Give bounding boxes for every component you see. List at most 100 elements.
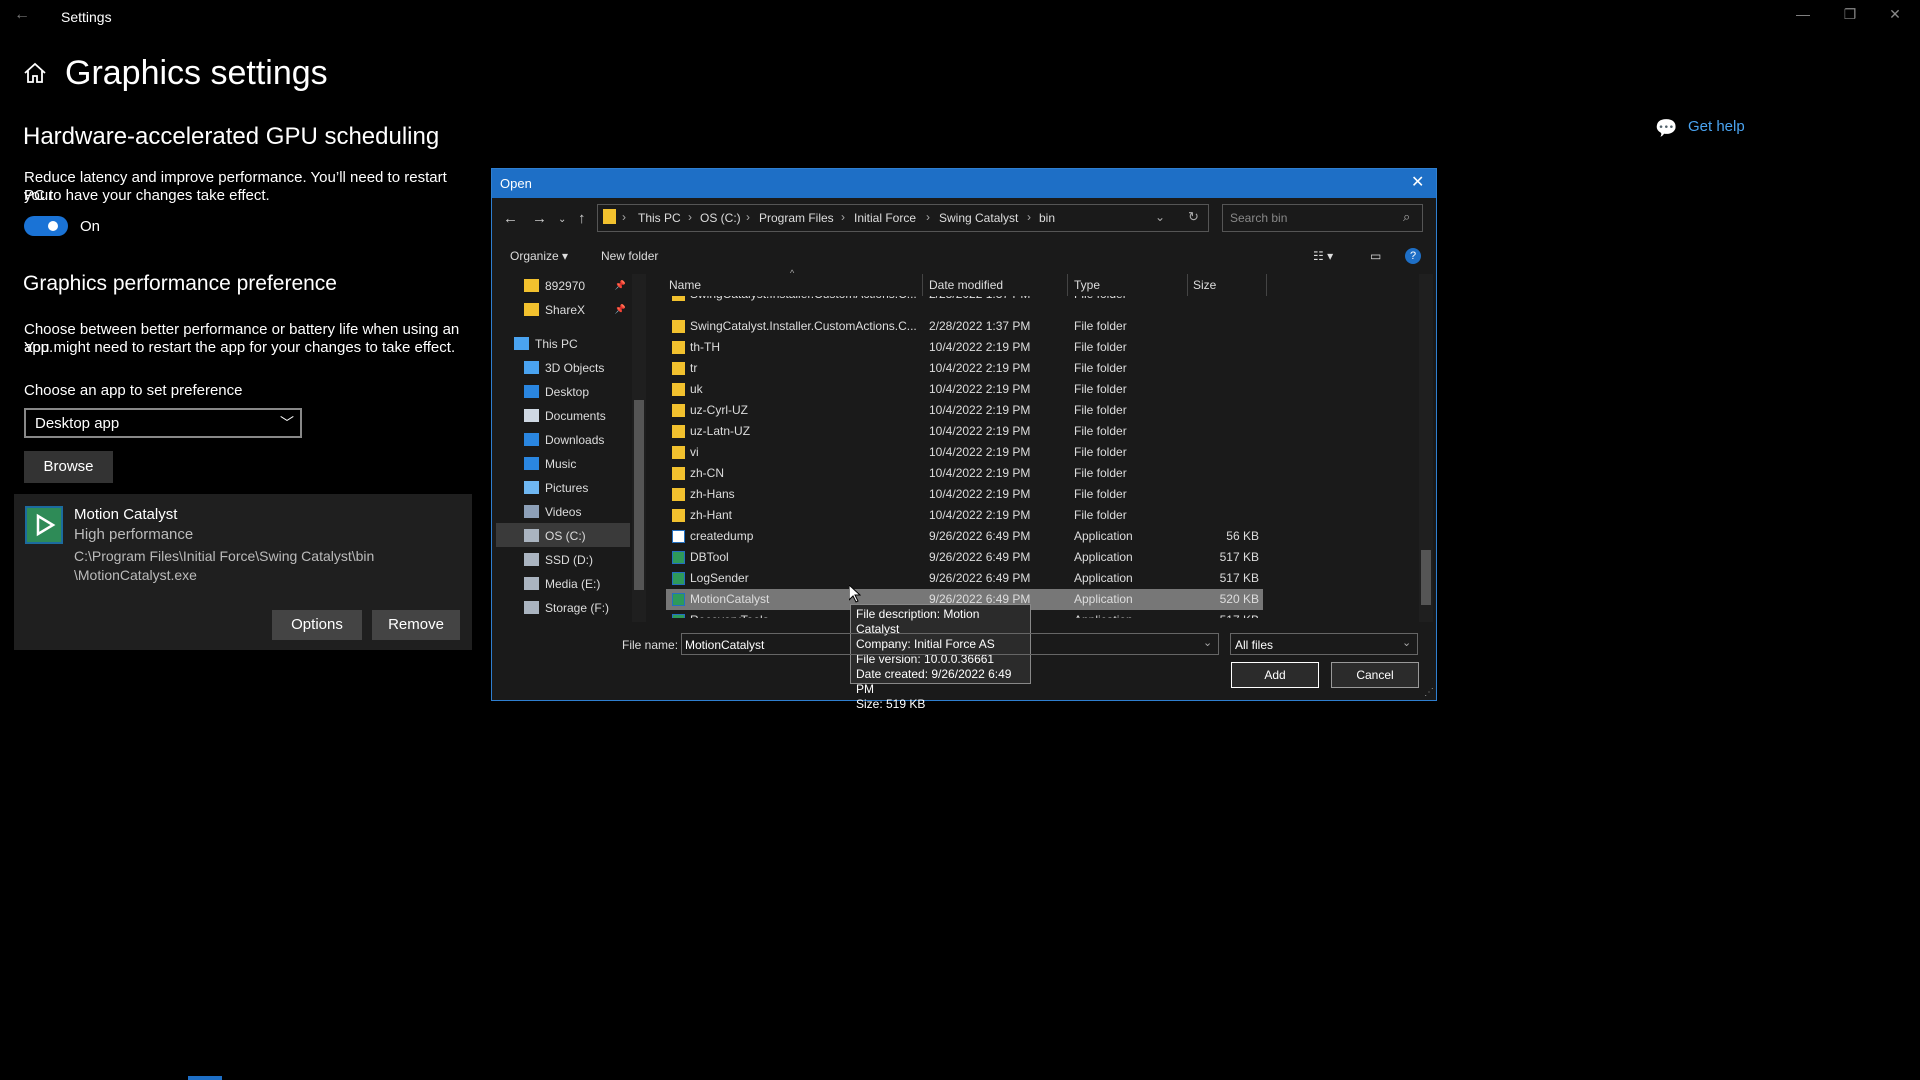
nav-item-os-c[interactable]: OS (C:) bbox=[496, 523, 630, 547]
back-arrow-icon[interactable]: ← bbox=[14, 6, 34, 26]
back-icon[interactable]: ← bbox=[503, 210, 518, 227]
nav-item-downloads[interactable]: Downloads bbox=[496, 427, 630, 451]
file-list-scrollbar-thumb[interactable] bbox=[1421, 550, 1431, 605]
get-help-icon[interactable]: 💬 bbox=[1655, 118, 1677, 139]
breadcrumb-bin[interactable]: bin bbox=[1039, 211, 1055, 225]
file-type: Application bbox=[1074, 613, 1184, 618]
file-list: SwingCatalyst.Installer.CustomActions.C.… bbox=[666, 296, 1266, 618]
folder-icon bbox=[672, 425, 685, 438]
column-header-size[interactable]: Size bbox=[1193, 278, 1216, 292]
file-size: 517 KB bbox=[1219, 571, 1259, 585]
dialog-title: Open bbox=[500, 176, 532, 191]
folder-icon bbox=[672, 383, 685, 396]
file-date: 10/4/2022 2:19 PM bbox=[929, 445, 1031, 459]
resize-grip-icon[interactable]: ⋰ bbox=[1424, 687, 1434, 698]
file-type: Application bbox=[1074, 571, 1133, 585]
minimize-icon[interactable]: — bbox=[1788, 6, 1818, 26]
navigation-pane: 892970 📌 ShareX 📌 This PC 3D Objects Desktop Do… bbox=[496, 273, 646, 623]
new-folder-button[interactable]: New folder bbox=[601, 249, 658, 263]
file-name-dropdown-icon[interactable]: ⌄ bbox=[1203, 636, 1212, 649]
help-icon[interactable]: ? bbox=[1405, 248, 1421, 264]
nav-item-music[interactable]: Music bbox=[496, 451, 630, 475]
file-name: zh-Hant bbox=[690, 508, 733, 522]
file-row[interactable]: zh-CN 10/4/2022 2:19 PM File folder bbox=[666, 463, 1263, 484]
breadcrumb-program-files[interactable]: Program Files bbox=[759, 211, 834, 225]
file-name: vi bbox=[690, 445, 699, 459]
file-row[interactable]: uk 10/4/2022 2:19 PM File folder bbox=[666, 379, 1263, 400]
nav-item-label: SSD (D:) bbox=[545, 552, 593, 567]
file-row[interactable]: zh-Hans 10/4/2022 2:19 PM File folder bbox=[666, 484, 1263, 505]
breadcrumb-os-c[interactable]: OS (C:) bbox=[700, 211, 741, 225]
remove-button[interactable]: Remove bbox=[372, 610, 460, 640]
nav-item-documents[interactable]: Documents bbox=[496, 403, 630, 427]
nav-scrollbar-thumb[interactable] bbox=[634, 400, 644, 590]
file-type: Application bbox=[1074, 550, 1133, 564]
breadcrumb-initial-force[interactable]: Initial Force bbox=[854, 211, 916, 225]
browse-button[interactable]: Browse bbox=[24, 451, 113, 483]
nav-item-storage-f[interactable]: Storage (F:) bbox=[496, 595, 630, 619]
options-button[interactable]: Options bbox=[272, 610, 362, 640]
recent-locations-icon[interactable]: ⌄ bbox=[558, 214, 566, 225]
nav-item-pictures[interactable]: Pictures bbox=[496, 475, 630, 499]
home-icon[interactable] bbox=[22, 60, 48, 86]
search-icon[interactable]: ⌕ bbox=[1403, 209, 1410, 225]
file-row[interactable]: uz-Latn-UZ 10/4/2022 2:19 PM File folder bbox=[666, 421, 1263, 442]
nav-item-3d-objects[interactable]: 3D Objects bbox=[496, 355, 630, 379]
file-row[interactable]: createdump 9/26/2022 6:49 PM Application 56… bbox=[666, 526, 1263, 547]
music-icon bbox=[524, 457, 539, 471]
file-name: SwingCatalyst.Installer.CustomActions.C.… bbox=[690, 319, 917, 333]
filter-dropdown-icon[interactable]: ⌄ bbox=[1402, 636, 1411, 649]
breadcrumb-this-pc[interactable]: This PC bbox=[638, 211, 681, 225]
file-type: Application bbox=[1074, 592, 1133, 606]
folder-icon bbox=[672, 509, 685, 522]
download-icon bbox=[524, 433, 539, 447]
nav-item-892970[interactable]: 892970 📌 bbox=[496, 273, 630, 297]
gpu-scheduling-toggle[interactable] bbox=[24, 216, 68, 236]
file-type: File folder bbox=[1074, 361, 1127, 375]
column-header-date[interactable]: Date modified bbox=[929, 278, 1003, 292]
get-help-link[interactable]: Get help bbox=[1688, 118, 1745, 135]
restore-icon[interactable]: ❐ bbox=[1835, 6, 1865, 26]
nav-item-ssd-d[interactable]: SSD (D:) bbox=[496, 547, 630, 571]
gpu-section-title: Hardware-accelerated GPU scheduling bbox=[23, 123, 440, 150]
folder-icon bbox=[672, 404, 685, 417]
folder-icon bbox=[672, 362, 685, 375]
column-header-type[interactable]: Type bbox=[1074, 278, 1100, 292]
nav-item-sharex[interactable]: ShareX 📌 bbox=[496, 297, 630, 321]
organize-menu[interactable]: Organize ▾ bbox=[510, 249, 568, 263]
file-row[interactable]: zh-Hant 10/4/2022 2:19 PM File folder bbox=[666, 505, 1263, 526]
view-options-icon[interactable]: ☷ ▾ bbox=[1313, 249, 1333, 263]
file-row[interactable]: uz-Cyrl-UZ 10/4/2022 2:19 PM File folder bbox=[666, 400, 1263, 421]
file-row[interactable]: th-TH 10/4/2022 2:19 PM File folder bbox=[666, 337, 1263, 358]
cancel-button[interactable]: Cancel bbox=[1331, 662, 1419, 688]
file-row[interactable]: vi 10/4/2022 2:19 PM File folder bbox=[666, 442, 1263, 463]
application-icon bbox=[672, 593, 685, 606]
nav-item-media-e[interactable]: Media (E:) bbox=[496, 571, 630, 595]
folder-icon bbox=[672, 341, 685, 354]
nav-item-videos[interactable]: Videos bbox=[496, 499, 630, 523]
file-row[interactable]: DBTool 9/26/2022 6:49 PM Application 517 KB bbox=[666, 547, 1263, 568]
app-entry-preference: High performance bbox=[74, 526, 194, 543]
dialog-close-icon[interactable]: ✕ bbox=[1411, 172, 1424, 192]
file-row[interactable]: SwingCatalyst.Installer.CustomActions.C.… bbox=[666, 296, 1263, 305]
file-name: uk bbox=[690, 382, 703, 396]
pref-description-line2: You might need to restart the app for yo… bbox=[24, 339, 456, 356]
address-dropdown-icon[interactable]: ⌄ bbox=[1155, 210, 1165, 224]
nav-item-desktop[interactable]: Desktop bbox=[496, 379, 630, 403]
refresh-icon[interactable]: ↻ bbox=[1188, 209, 1199, 225]
up-folder-icon[interactable]: ↑ bbox=[578, 210, 586, 227]
file-row[interactable]: tr 10/4/2022 2:19 PM File folder bbox=[666, 358, 1263, 379]
add-button[interactable]: Add bbox=[1231, 662, 1319, 688]
file-row[interactable]: SwingCatalyst.Installer.CustomActions.C.… bbox=[666, 316, 1263, 337]
file-size: 56 KB bbox=[1226, 529, 1259, 543]
column-header-name[interactable]: Name bbox=[669, 278, 701, 292]
preview-pane-icon[interactable]: ▭ bbox=[1370, 249, 1381, 263]
breadcrumb-swing-catalyst[interactable]: Swing Catalyst bbox=[939, 211, 1018, 225]
forward-icon[interactable]: → bbox=[532, 210, 547, 227]
close-icon[interactable]: ✕ bbox=[1880, 6, 1910, 26]
file-row[interactable]: LogSender 9/26/2022 6:49 PM Application 517… bbox=[666, 568, 1263, 589]
nav-item-this-pc[interactable]: This PC bbox=[496, 331, 630, 355]
file-name: th-TH bbox=[690, 340, 720, 354]
toggle-knob bbox=[48, 221, 58, 231]
nav-item-label: Pictures bbox=[545, 480, 589, 495]
